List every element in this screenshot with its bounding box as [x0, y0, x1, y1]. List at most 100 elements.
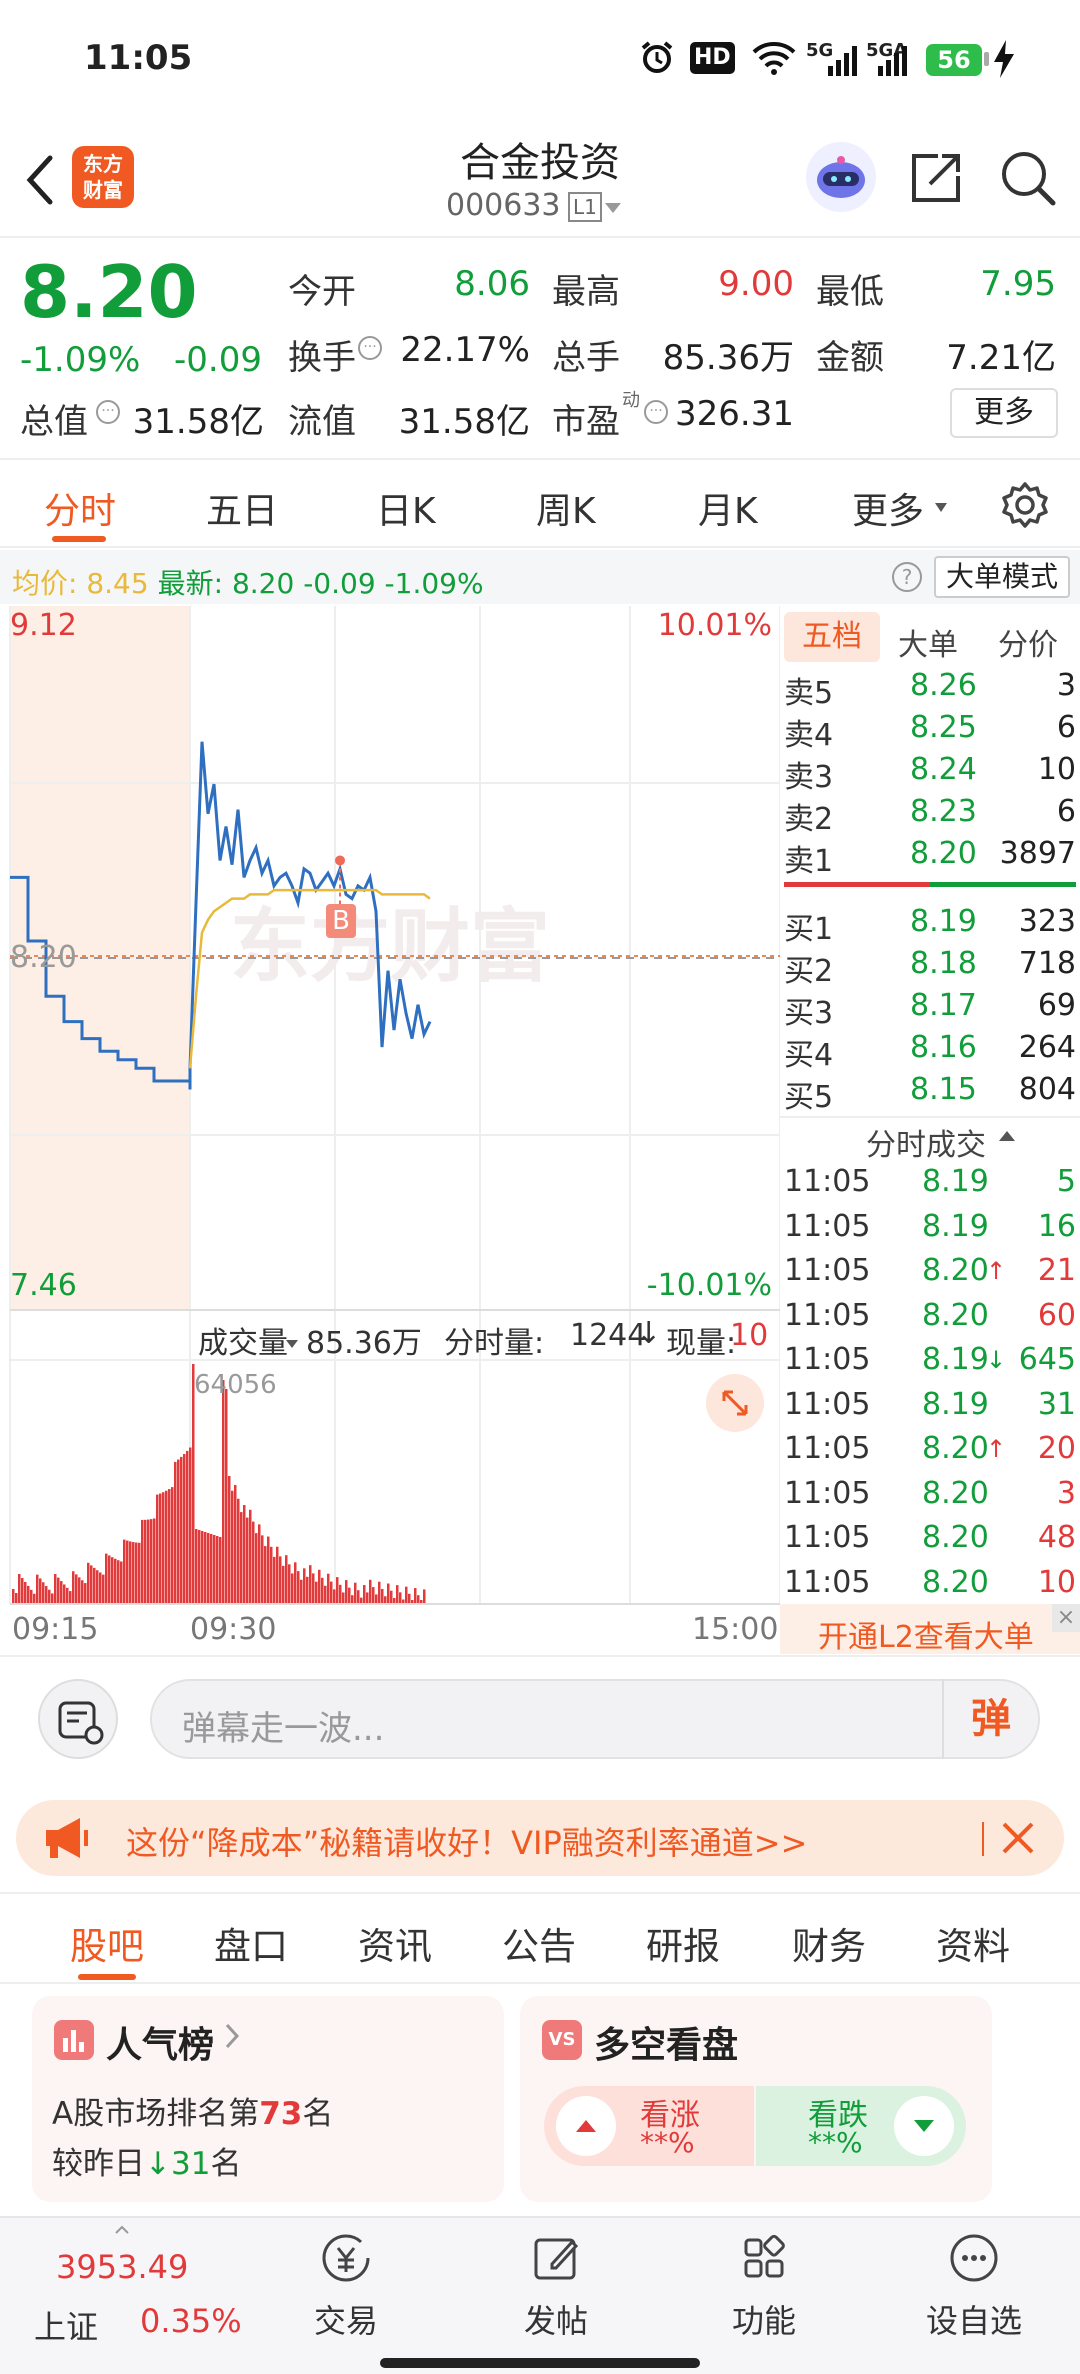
- volume-bar: [225, 1389, 228, 1604]
- bear-button[interactable]: 看跌 **%: [756, 2086, 966, 2166]
- tab-price-distribution[interactable]: 分价: [998, 620, 1058, 664]
- chevron-right-icon[interactable]: [224, 2022, 240, 2054]
- tab-announcements[interactable]: 公告: [502, 1916, 576, 1970]
- share-icon[interactable]: [908, 150, 964, 210]
- info-icon[interactable]: ···: [96, 400, 120, 424]
- tab-research[interactable]: 研报: [646, 1916, 720, 1970]
- up-triangle-icon[interactable]: [556, 2096, 616, 2156]
- tab-big-orders[interactable]: 大单: [898, 620, 958, 664]
- buy-level-row[interactable]: 买4 8.16 264: [780, 1030, 1080, 1073]
- nav-trade-label[interactable]: 交易: [276, 2296, 416, 2342]
- tick-time: 11:05: [784, 1564, 871, 1600]
- expand-icon[interactable]: [706, 1374, 764, 1432]
- edit-icon[interactable]: [486, 2228, 626, 2292]
- danmu-settings-icon[interactable]: [38, 1679, 118, 1759]
- tab-daily-k[interactable]: 日K: [376, 482, 436, 534]
- ticks-header[interactable]: 分时成交: [866, 1120, 986, 1164]
- nav-functions-label[interactable]: 功能: [694, 2296, 834, 2342]
- bull-button[interactable]: 看涨 **%: [544, 2086, 754, 2166]
- tab-news[interactable]: 资讯: [358, 1916, 432, 1970]
- close-icon[interactable]: ×: [1052, 1604, 1080, 1632]
- search-icon[interactable]: [998, 148, 1058, 212]
- level-badge[interactable]: L1: [568, 192, 602, 222]
- intraday-chart-svg[interactable]: 东方财富: [0, 604, 781, 1654]
- sell-level-row[interactable]: 卖4 8.25 6: [780, 710, 1080, 753]
- grid-icon[interactable]: [694, 2228, 834, 2292]
- sentiment-card[interactable]: VS 多空看盘 看涨 **% 看跌 **%: [520, 1996, 992, 2202]
- sell-level-row[interactable]: 卖3 8.24 10: [780, 752, 1080, 795]
- intraday-chart[interactable]: 东方财富 9.12 10.01% 8.20 7.46 -10.01% B 成交量…: [0, 604, 781, 1654]
- info-icon[interactable]: ···: [358, 336, 382, 360]
- tab-five-levels[interactable]: 五档: [784, 612, 880, 662]
- tab-monthly-k[interactable]: 月K: [698, 482, 758, 534]
- down-triangle-icon[interactable]: [894, 2096, 954, 2156]
- mid-price-label: 8.20: [10, 940, 77, 975]
- volume-bar: [48, 1589, 51, 1604]
- comment-placeholder[interactable]: 弹幕走一波...: [182, 1701, 384, 1750]
- buy-level-row[interactable]: 买2 8.18 718: [780, 946, 1080, 989]
- buy-level-row[interactable]: 买5 8.15 804: [780, 1072, 1080, 1115]
- tab-profile[interactable]: 资料: [936, 1916, 1010, 1970]
- promo-text[interactable]: 这份“降成本”秘籍请收好！VIP融资利率通道>>: [126, 1818, 807, 1864]
- volume-bars: [12, 1364, 426, 1604]
- volume-bar: [195, 1529, 198, 1604]
- close-icon[interactable]: [996, 1816, 1040, 1864]
- chart-period-tabs: 分时 五日 日K 周K 月K 更多: [0, 462, 1080, 548]
- tab-weekly-k[interactable]: 周K: [536, 482, 596, 534]
- trade-icon[interactable]: [276, 2228, 416, 2292]
- level-dropdown-icon[interactable]: [604, 200, 622, 219]
- sell-level-price: 8.24: [910, 752, 977, 787]
- volume-bar: [375, 1594, 378, 1604]
- nav-post-label[interactable]: 发帖: [486, 2296, 626, 2342]
- l2-banner[interactable]: 开通L2查看大单 ×: [780, 1604, 1080, 1656]
- divider: [780, 1116, 1080, 1118]
- rank-value: 73: [259, 2096, 303, 2132]
- big-order-mode-button[interactable]: 大单模式: [934, 556, 1070, 598]
- index-value[interactable]: 3953.49: [56, 2248, 188, 2286]
- tab-financials[interactable]: 财务: [792, 1916, 866, 1970]
- nav-trade[interactable]: 交易: [276, 2228, 416, 2342]
- dropdown-icon[interactable]: [286, 1322, 298, 1357]
- l2-banner-text[interactable]: 开通L2查看大单: [818, 1612, 1034, 1656]
- volume-bar: [147, 1519, 150, 1604]
- tick-time: 11:05: [784, 1208, 871, 1244]
- buy-level-row[interactable]: 买3 8.17 69: [780, 988, 1080, 1031]
- tick-price: 8.20: [922, 1253, 989, 1288]
- assistant-robot-icon[interactable]: [806, 142, 876, 212]
- more-button[interactable]: 更多: [950, 388, 1058, 438]
- buy-marker[interactable]: B: [326, 904, 356, 938]
- chevron-up-icon[interactable]: [114, 2220, 130, 2239]
- nav-functions[interactable]: 功能: [694, 2228, 834, 2342]
- promo-banner[interactable]: 这份“降成本”秘籍请收好！VIP融资利率通道>>: [16, 1800, 1064, 1876]
- buy-level-row[interactable]: 买1 8.19 323: [780, 904, 1080, 947]
- volume-bar: [36, 1574, 39, 1604]
- nav-add-watchlist-label[interactable]: 设自选: [904, 2296, 1044, 2342]
- back-icon[interactable]: [20, 152, 60, 208]
- settings-gear-icon[interactable]: [1000, 480, 1050, 534]
- more-dots-icon[interactable]: [904, 2228, 1044, 2292]
- sell-level-row[interactable]: 卖5 8.26 3: [780, 668, 1080, 711]
- app-logo[interactable]: 东方 财富: [72, 146, 134, 208]
- volume-bar: [261, 1535, 264, 1604]
- nav-add-watchlist[interactable]: 设自选: [904, 2228, 1044, 2342]
- popularity-card[interactable]: 人气榜 A股市场排名第73名 较昨日↓31名: [32, 1996, 504, 2202]
- sell-level-row[interactable]: 卖1 8.20 3897: [780, 836, 1080, 879]
- index-name[interactable]: 上证: [34, 2302, 98, 2348]
- tab-intraday[interactable]: 分时: [44, 482, 116, 534]
- rank-change: 31: [170, 2146, 211, 2182]
- tab-more[interactable]: 更多: [852, 482, 924, 534]
- volume-label[interactable]: 成交量: [198, 1318, 288, 1362]
- danmu-button[interactable]: 弹: [942, 1679, 1038, 1759]
- help-icon[interactable]: ?: [892, 562, 922, 592]
- comment-input[interactable]: 弹幕走一波... 弹: [150, 1679, 1040, 1759]
- tab-forum[interactable]: 股吧: [70, 1916, 144, 1970]
- tab-five-day[interactable]: 五日: [206, 482, 278, 534]
- sell-level-row[interactable]: 卖2 8.23 6: [780, 794, 1080, 837]
- nav-post[interactable]: 发帖: [486, 2228, 626, 2342]
- tab-order-book[interactable]: 盘口: [214, 1916, 288, 1970]
- collapse-icon[interactable]: [998, 1128, 1016, 1147]
- index-percent[interactable]: 0.35%: [140, 2302, 242, 2340]
- pct-min-label: -10.01%: [646, 1268, 772, 1303]
- dropdown-icon[interactable]: [934, 498, 948, 517]
- popularity-title[interactable]: 人气榜: [106, 2016, 214, 2068]
